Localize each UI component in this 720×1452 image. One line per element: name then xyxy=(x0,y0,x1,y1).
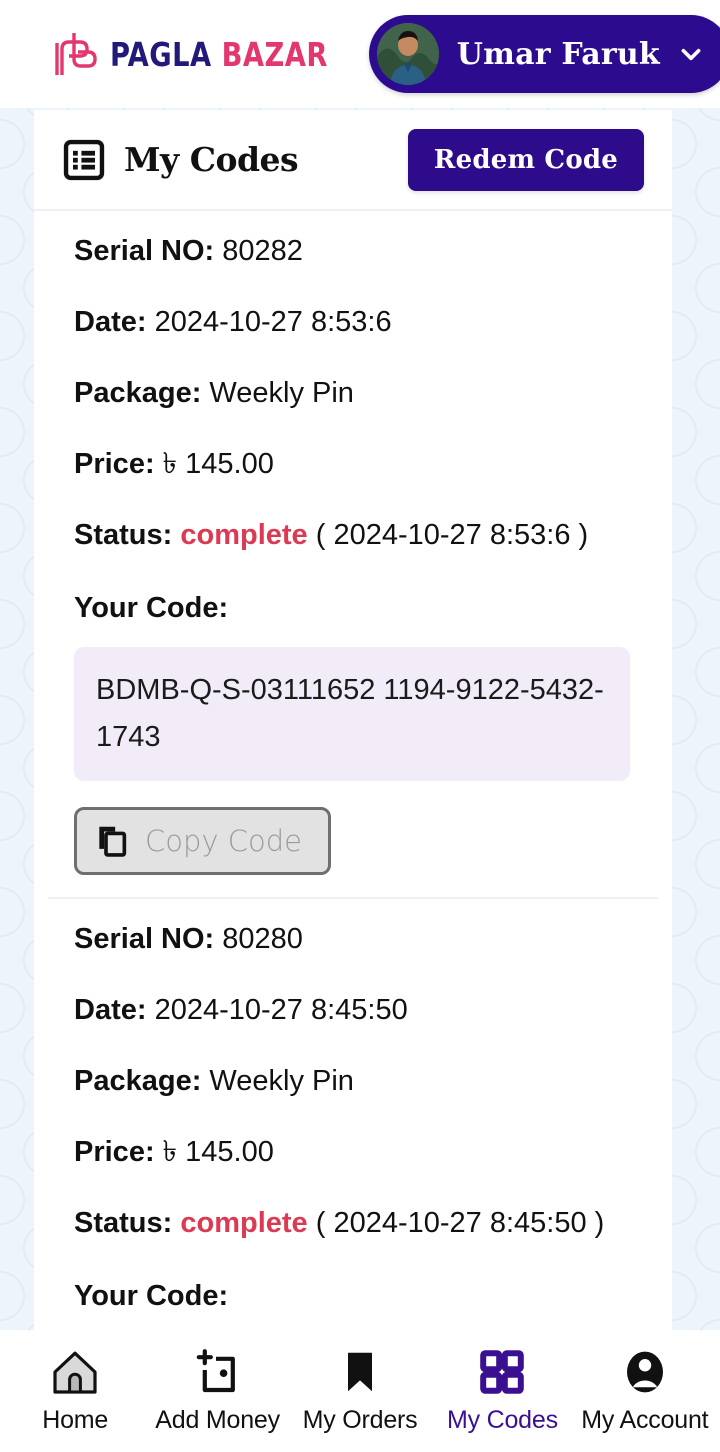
price-row: Price: ৳ 145.00 xyxy=(74,450,632,479)
your-code-label: Your Code: xyxy=(74,592,229,624)
nav-label-add-money: Add Money xyxy=(155,1405,280,1434)
brand-text: PAGLA BAZAR xyxy=(110,35,328,74)
codes-list: Serial NO: 80282 Date: 2024-10-27 8:53:6… xyxy=(34,211,672,1330)
nav-label-my-orders: My Orders xyxy=(302,1405,418,1434)
package-row: Package: Weekly Pin xyxy=(74,1064,632,1097)
nav-label-my-account: My Account xyxy=(581,1405,709,1434)
entry-divider xyxy=(48,896,658,899)
status-badge: complete xyxy=(180,1206,308,1239)
package-value: Weekly Pin xyxy=(209,1064,354,1097)
copy-icon xyxy=(99,826,127,857)
bookmark-icon xyxy=(348,1352,373,1391)
code-value: BDMB-Q-S-03111652 1194-9122-5432-1743 xyxy=(74,647,630,781)
status-label: Status: xyxy=(74,519,173,551)
list-box-icon xyxy=(63,139,105,180)
package-label: Package: xyxy=(74,377,202,409)
user-menu-button[interactable]: Umar Faruk xyxy=(368,15,720,93)
price-value: ৳ 145.00 xyxy=(162,1135,274,1168)
price-label: Price: xyxy=(74,1135,155,1168)
serial-row: Serial NO: 80280 xyxy=(74,922,632,955)
nav-label-home: Home xyxy=(42,1405,109,1434)
date-label: Date: xyxy=(74,993,147,1026)
nav-item-my-account[interactable]: My Account xyxy=(574,1348,716,1435)
card-header: My Codes Redem Code xyxy=(34,110,672,211)
serial-value: 80282 xyxy=(222,235,303,267)
app-root: PAGLA BAZAR Umar Faruk My Codes Redem Co… xyxy=(0,0,720,1452)
serial-row: Serial NO: 80282 xyxy=(74,237,632,266)
nav-label-my-codes: My Codes xyxy=(446,1405,558,1434)
serial-label: Serial NO: xyxy=(74,235,215,267)
date-value: 2024-10-27 8:45:50 xyxy=(154,993,408,1026)
nav-item-add-money[interactable]: Add Money xyxy=(146,1348,288,1435)
top-bar: PAGLA BAZAR Umar Faruk xyxy=(0,0,720,108)
price-label: Price: xyxy=(74,448,155,480)
serial-label: Serial NO: xyxy=(74,922,215,955)
page-title: My Codes xyxy=(124,140,299,179)
status-timestamp: ( 2024-10-27 8:53:6 ) xyxy=(315,519,589,551)
status-label: Status: xyxy=(74,1206,173,1239)
add-money-icon xyxy=(196,1348,235,1392)
brand-part-1: PAGLA xyxy=(110,34,212,74)
chevron-down-icon xyxy=(681,48,701,61)
price-value: ৳ 145.00 xyxy=(162,448,274,480)
date-row: Date: 2024-10-27 8:45:50 xyxy=(74,993,632,1026)
bottom-navigation: Home Add Money My Orders My Codes My Acc… xyxy=(0,1330,720,1452)
package-label: Package: xyxy=(74,1064,202,1097)
package-value: Weekly Pin xyxy=(209,377,354,409)
brand-part-2: BAZAR xyxy=(221,34,328,74)
home-icon xyxy=(53,1351,97,1394)
status-timestamp: ( 2024-10-27 8:45:50 ) xyxy=(315,1206,605,1239)
brand-logo[interactable]: PAGLA BAZAR xyxy=(52,29,347,79)
price-row: Price: ৳ 145.00 xyxy=(74,1135,632,1168)
nav-item-home[interactable]: Home xyxy=(4,1348,146,1435)
grid-icon xyxy=(480,1349,525,1394)
account-icon xyxy=(626,1351,663,1392)
pb-monogram-logo-icon xyxy=(55,33,97,75)
serial-value: 80280 xyxy=(222,922,303,955)
user-avatar-photo xyxy=(376,23,439,85)
status-badge: complete xyxy=(180,519,308,551)
redeem-code-button[interactable]: Redem Code xyxy=(407,128,644,191)
package-row: Package: Weekly Pin xyxy=(74,379,632,408)
status-row: Status: complete ( 2024-10-27 8:53:6 ) xyxy=(74,521,632,550)
nav-item-my-codes[interactable]: My Codes xyxy=(431,1348,573,1435)
my-codes-card: My Codes Redem Code Serial NO: 80282 Dat… xyxy=(34,110,672,1330)
your-code-label: Your Code: xyxy=(74,1279,229,1312)
nav-item-my-orders[interactable]: My Orders xyxy=(289,1348,431,1435)
copy-code-button[interactable]: Copy Code xyxy=(74,806,332,875)
date-label: Date: xyxy=(74,306,147,338)
list-item: Serial NO: 80282 Date: 2024-10-27 8:53:6… xyxy=(74,237,632,875)
copy-code-label: Copy Code xyxy=(145,823,303,858)
date-row: Date: 2024-10-27 8:53:6 xyxy=(74,308,632,337)
user-name-label: Umar Faruk xyxy=(456,36,660,72)
list-item: Serial NO: 80280 Date: 2024-10-27 8:45:5… xyxy=(74,922,632,1330)
date-value: 2024-10-27 8:53:6 xyxy=(154,306,392,338)
status-row: Status: complete ( 2024-10-27 8:45:50 ) xyxy=(74,1206,632,1239)
